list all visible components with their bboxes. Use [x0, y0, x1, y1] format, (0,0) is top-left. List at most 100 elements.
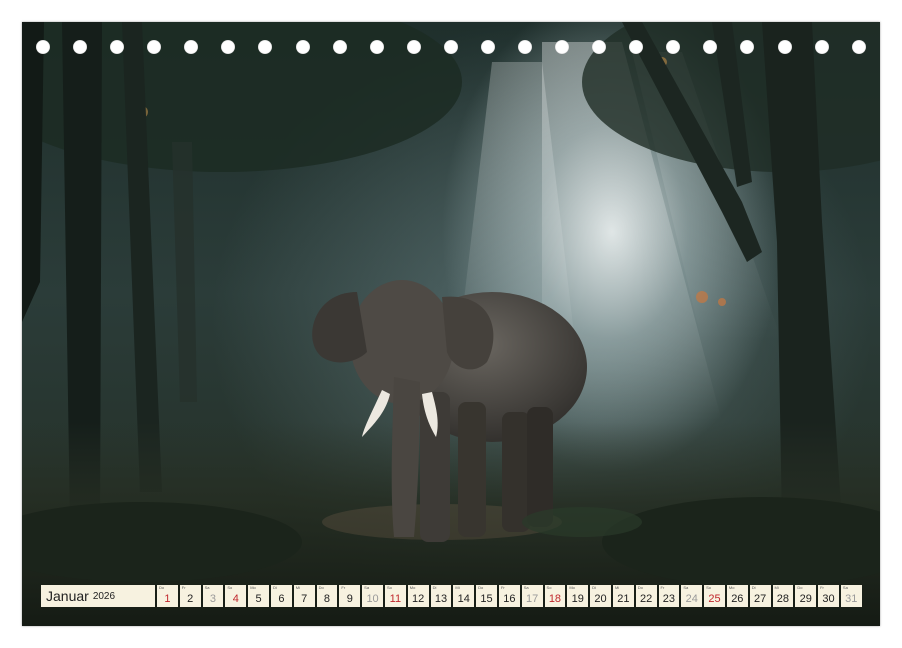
binding-hole	[480, 40, 495, 54]
day-of-week-label: Do	[478, 585, 484, 590]
day-of-week-label: Fr	[500, 585, 505, 590]
day-of-week-label: Do	[159, 585, 165, 590]
day-number: 25	[708, 593, 721, 605]
calendar-day-cell: Mo 19	[567, 585, 589, 607]
binding-hole	[592, 40, 607, 54]
day-number: 7	[301, 593, 308, 605]
calendar-day-cell: Fr 30	[818, 585, 839, 607]
day-number: 31	[845, 593, 858, 605]
day-number: 28	[776, 593, 790, 605]
binding-hole	[814, 40, 829, 54]
day-of-week-label: Do	[637, 585, 643, 590]
binding-hole	[184, 40, 199, 54]
year: 2026	[92, 590, 116, 602]
day-of-week-label: Di	[432, 585, 437, 590]
day-number: 23	[662, 593, 676, 605]
calendar-day-cell: Do 15	[476, 585, 497, 607]
day-number: 13	[434, 593, 448, 605]
calendar-day-cell: Do 29	[795, 585, 817, 607]
day-of-week-label: Mo	[569, 585, 575, 590]
binding-hole	[518, 40, 533, 54]
binding-hole	[147, 40, 162, 54]
calendar-day-cell: Mi 14	[453, 585, 475, 607]
day-of-week-label: Di	[592, 585, 596, 590]
binding-hole	[666, 40, 681, 54]
day-number: 24	[685, 593, 698, 605]
calendar-strip: Januar 2026 Do 1 Fr 2 Sa 3 So 4 Mo 5 Di 6 Mi 7 Do 8 Fr 9 S…	[41, 585, 862, 607]
day-of-week-label: Sa	[204, 585, 210, 590]
month-name: Januar	[46, 588, 89, 604]
binding-hole	[703, 40, 718, 54]
calendar-day-cell: Do 1	[157, 585, 178, 607]
binding-hole	[777, 40, 792, 54]
binding-hole	[629, 40, 644, 54]
binding-hole	[406, 40, 421, 54]
binding-hole	[258, 40, 273, 54]
calendar-day-cell: Di 20	[590, 585, 611, 607]
day-of-week-label: Mi	[295, 585, 301, 590]
calendar-day-cell: So 4	[225, 585, 247, 607]
day-of-week-label: Di	[751, 585, 756, 590]
day-of-week-label: Mi	[774, 585, 779, 590]
day-of-week-label: So	[386, 585, 392, 590]
calendar-day-cell: Sa 31	[840, 585, 862, 607]
day-of-week-label: Fr	[341, 585, 346, 590]
calendar-day-cell: Mo 26	[726, 585, 748, 607]
day-number: 10	[366, 593, 379, 605]
day-of-week-label: Mo	[409, 585, 416, 590]
day-of-week-label: Fr	[820, 585, 824, 590]
day-of-week-label: So	[706, 585, 712, 590]
day-of-week-label: Mi	[455, 585, 460, 590]
day-number: 11	[389, 593, 402, 605]
day-number: 2	[187, 593, 194, 605]
day-number: 14	[457, 593, 470, 605]
day-number: 15	[480, 593, 493, 605]
calendar-day-cell: Sa 10	[362, 585, 383, 607]
day-of-week-label: Sa	[364, 585, 370, 590]
calendar-day-cell: Sa 17	[521, 585, 543, 607]
day-of-week-label: Sa	[523, 585, 529, 590]
calendar-day-cell: Mo 5	[248, 585, 269, 607]
binding-hole	[851, 40, 866, 54]
calendar-day-cell: Di 6	[270, 585, 292, 607]
day-number: 8	[323, 593, 331, 605]
day-number: 29	[799, 593, 812, 605]
calendar-day-cell: Mo 12	[407, 585, 429, 607]
day-number: 3	[209, 593, 217, 605]
calendar-day-cell: Mi 21	[612, 585, 634, 607]
binding-hole	[555, 40, 570, 54]
calendar-day-cell: Fr 9	[339, 585, 361, 607]
calendar-day-cell: Do 8	[316, 585, 338, 607]
day-of-week-label: Mo	[728, 585, 735, 590]
calendar-day-cell: So 11	[384, 585, 406, 607]
calendar-day-cell: Sa 3	[202, 585, 224, 607]
binding-hole	[295, 40, 310, 54]
calendar-day-cell: Do 22	[635, 585, 657, 607]
calendar-day-cell: Sa 24	[681, 585, 703, 607]
binding-hole	[443, 40, 458, 54]
binding-hole	[36, 40, 50, 54]
day-of-week-label: Di	[272, 585, 277, 590]
day-number: 18	[548, 593, 562, 605]
calendar-day-cell: Fr 23	[658, 585, 680, 607]
calendar-day-cell: Di 27	[749, 585, 771, 607]
day-of-week-label: Do	[797, 585, 803, 590]
day-of-week-label: So	[227, 585, 233, 590]
calendar-day-cell: Fr 16	[498, 585, 520, 607]
day-number: 30	[822, 593, 835, 605]
day-number: 27	[753, 593, 767, 605]
elephant-forest-photo	[22, 22, 880, 626]
day-number: 19	[571, 593, 584, 605]
binding-hole	[369, 40, 384, 54]
day-number: 22	[640, 593, 653, 605]
binding-hole	[110, 40, 125, 54]
binding-hole	[221, 40, 236, 54]
day-number: 21	[617, 593, 630, 605]
day-of-week-label: Fr	[660, 585, 665, 590]
day-of-week-label: Mo	[250, 585, 256, 590]
day-number: 4	[232, 593, 239, 605]
day-of-week-label: So	[546, 585, 552, 590]
day-of-week-label: Fr	[181, 585, 186, 590]
binding-holes	[36, 40, 866, 56]
day-number: 20	[594, 593, 607, 605]
